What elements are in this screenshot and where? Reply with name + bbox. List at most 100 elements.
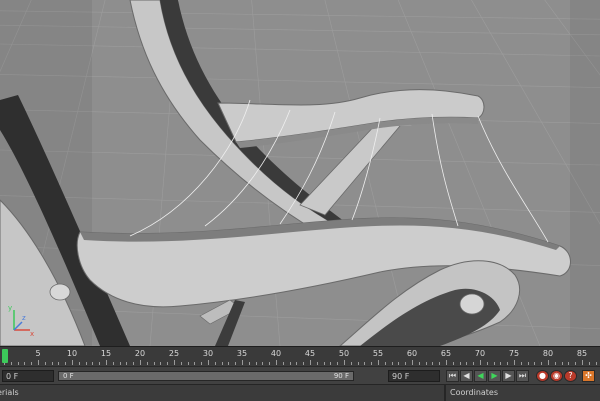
play-forwards-button[interactable]: ▶ — [488, 370, 501, 382]
timeline-tick-mark — [17, 362, 19, 365]
timeline-tick-mark — [10, 362, 12, 365]
timeline-tick-mark — [541, 362, 543, 365]
timeline-tick-mark — [248, 362, 250, 365]
timeline-tick-mark — [493, 362, 495, 365]
timeline-tick-mark — [126, 362, 128, 365]
viewport-canvas[interactable]: y x z — [0, 0, 600, 346]
timeline-tick-mark — [330, 362, 332, 365]
options-button[interactable]: ✣ — [582, 370, 595, 382]
timeline-tick-mark — [133, 362, 135, 365]
timeline-tick-mark — [582, 360, 583, 365]
timeline-tick-mark — [527, 362, 529, 365]
timeline-tick-mark — [418, 362, 420, 365]
timeline-tick-mark — [303, 362, 305, 365]
timeline-tick-mark — [316, 362, 318, 365]
timeline-tick-mark — [140, 360, 141, 365]
next-key-button[interactable]: ▶ — [502, 370, 515, 382]
end-frame-field[interactable]: 90 F — [388, 370, 440, 382]
timeline-tick-mark — [405, 362, 407, 365]
timeline-tick-label: 65 — [440, 349, 452, 358]
autokey-button[interactable]: ◉ — [550, 370, 563, 382]
timeline-tick-mark — [568, 362, 570, 365]
timeline-tick-label: 10 — [66, 349, 78, 358]
timeline-tick-mark — [432, 362, 434, 365]
timeline-tick-mark — [378, 360, 379, 365]
bottom-panels: Materials Coordinates — [0, 384, 600, 401]
timeline-tick-mark — [595, 362, 597, 365]
timeline-tick-mark — [112, 362, 114, 365]
timeline-tick-mark — [364, 362, 366, 365]
timeline-tick-mark — [255, 362, 257, 365]
timeline-tick-label: 80 — [542, 349, 554, 358]
timeline-tick-mark — [561, 362, 563, 365]
timeline-ruler[interactable]: 0510152025303540455055606570758085 — [0, 346, 600, 367]
3d-viewport[interactable]: y x z — [0, 0, 600, 346]
timeline-tick-mark — [92, 362, 94, 365]
timeline-tick-mark — [439, 362, 441, 365]
timeline-tick-label: 30 — [202, 349, 214, 358]
timeline-tick-mark — [146, 362, 148, 365]
timeline-tick-mark — [452, 362, 454, 365]
timeline-tick-mark — [337, 362, 339, 365]
timeline-tick-mark — [384, 362, 386, 365]
go-to-end-button[interactable]: ⏭ — [516, 370, 529, 382]
timeline-tick-mark — [371, 362, 373, 365]
timeline-tick-mark — [201, 362, 203, 365]
timeline-tick-mark — [99, 362, 101, 365]
timeline-tick-label: 55 — [372, 349, 384, 358]
timeline-tick-mark — [588, 362, 590, 365]
timeline-tick-mark — [119, 362, 121, 365]
timeline-tick-mark — [208, 360, 209, 365]
coordinates-panel-title[interactable]: Coordinates — [450, 388, 498, 397]
timeline-tick-mark — [289, 362, 291, 365]
timeline-tick-label: 50 — [338, 349, 350, 358]
timeline-tick-mark — [500, 362, 502, 365]
timeline-tick-mark — [357, 362, 359, 365]
timeline-tick-mark — [262, 362, 264, 365]
record-button[interactable]: ● — [536, 370, 549, 382]
preview-range-slider[interactable]: 0 F 90 F — [58, 371, 354, 381]
timeline-tick-mark — [242, 360, 243, 365]
axis-label-z: z — [22, 314, 26, 322]
timeline-tick-mark — [221, 362, 223, 365]
timeline-tick-mark — [51, 362, 53, 365]
timeline-tick-mark — [38, 360, 39, 365]
timeline-tick-mark — [78, 362, 80, 365]
timeline-tick-mark — [534, 362, 536, 365]
timeline-tick-mark — [480, 360, 481, 365]
timeline-ticks: 0510152025303540455055606570758085 — [0, 347, 600, 367]
timeline-tick-mark — [72, 360, 73, 365]
current-frame-field[interactable]: 0 F — [2, 370, 54, 382]
timeline-tick-mark — [269, 362, 271, 365]
timeline-tick-mark — [228, 362, 230, 365]
previous-key-button[interactable]: ◀ — [460, 370, 473, 382]
timeline-tick-mark — [459, 362, 461, 365]
materials-panel-title[interactable]: Materials — [0, 388, 19, 397]
timeline-tick-mark — [310, 360, 311, 365]
timeline-tick-mark — [473, 362, 475, 365]
go-to-start-button[interactable]: ⏮ — [446, 370, 459, 382]
timeline-tick-label: 70 — [474, 349, 486, 358]
timeline-tick-mark — [391, 362, 393, 365]
timeline-tick-label: 40 — [270, 349, 282, 358]
timeline-tick-mark — [323, 362, 325, 365]
timeline-tick-mark — [412, 360, 413, 365]
timeline-tick-mark — [24, 362, 26, 365]
timeline-tick-mark — [65, 362, 67, 365]
timeline-tick-mark — [106, 360, 107, 365]
safe-frame-right — [570, 0, 600, 346]
timeline-tick-mark — [276, 360, 277, 365]
timeline-tick-mark — [520, 362, 522, 365]
play-backwards-button[interactable]: ◀ — [474, 370, 487, 382]
timeline-tick-mark — [548, 360, 549, 365]
timeline-tick-mark — [85, 362, 87, 365]
timeline-tick-label: 60 — [406, 349, 418, 358]
timeline-tick-mark — [153, 362, 155, 365]
help-button[interactable]: ? — [564, 370, 577, 382]
timeline-tick-mark — [398, 362, 400, 365]
timeline-tick-label: 85 — [576, 349, 588, 358]
range-end-label: 90 F — [333, 372, 349, 380]
timeline-playhead[interactable] — [2, 349, 8, 363]
timeline-tick-mark — [486, 362, 488, 365]
timeline-tick-mark — [466, 362, 468, 365]
